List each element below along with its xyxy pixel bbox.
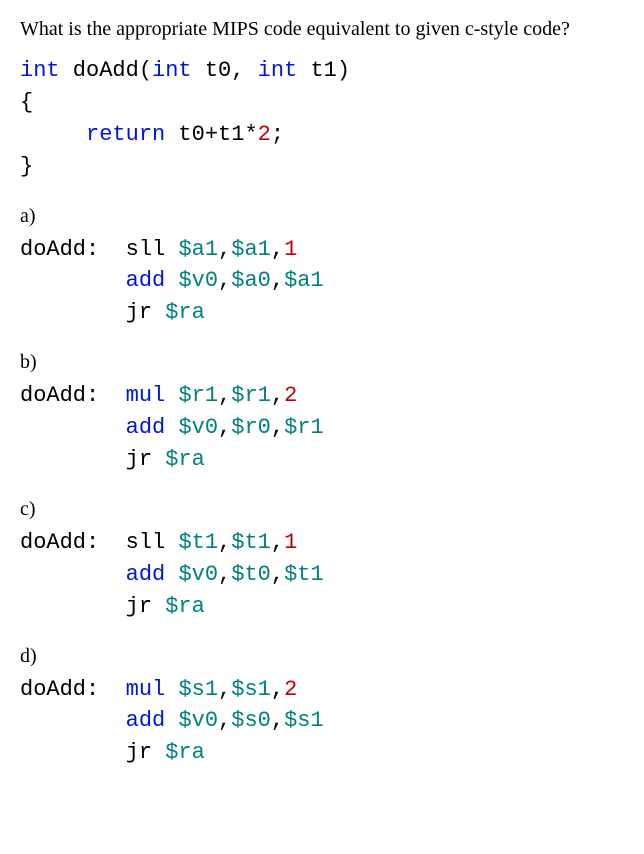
op-add: add [126, 415, 179, 440]
param2: t1) [297, 58, 350, 83]
comma: , [271, 268, 284, 293]
op-sll: sll [126, 237, 179, 262]
num: 2 [284, 677, 297, 702]
fn-name: doAdd( [60, 58, 152, 83]
comma: , [218, 237, 231, 262]
reg: $a1 [284, 268, 324, 293]
comma: , [218, 530, 231, 555]
reg: $s0 [231, 708, 271, 733]
comma: , [271, 237, 284, 262]
op-sll: sll [126, 530, 179, 555]
lbrace: { [20, 90, 33, 115]
comma: , [271, 677, 284, 702]
comma: , [271, 530, 284, 555]
reg: $t1 [284, 562, 324, 587]
reg: $r0 [231, 415, 271, 440]
doadd-label: doAdd: [20, 530, 99, 555]
op-jr: jr [126, 740, 166, 765]
option-c-code: doAdd: sll $t1,$t1,1 add $v0,$t0,$t1 jr … [20, 527, 624, 623]
reg: $v0 [178, 268, 218, 293]
option-d-label: d) [20, 645, 624, 668]
reg: $r1 [231, 383, 271, 408]
kw-int: int [152, 58, 192, 83]
op-jr: jr [126, 594, 166, 619]
reg: $a0 [231, 268, 271, 293]
reg: $s1 [178, 677, 218, 702]
op-add: add [126, 268, 179, 293]
num: 1 [284, 237, 297, 262]
option-b-label: b) [20, 351, 624, 374]
num-literal: 2 [258, 122, 271, 147]
comma: , [218, 383, 231, 408]
reg: $t0 [231, 562, 271, 587]
semi: ; [271, 122, 284, 147]
op-jr: jr [126, 447, 166, 472]
reg: $v0 [178, 562, 218, 587]
reg: $s1 [284, 708, 324, 733]
op-jr: jr [126, 300, 166, 325]
op-mul: mul [126, 383, 179, 408]
reg: $ra [165, 740, 205, 765]
option-a-code: doAdd: sll $a1,$a1,1 add $v0,$a0,$a1 jr … [20, 234, 624, 330]
comma: , [271, 415, 284, 440]
reg: $v0 [178, 708, 218, 733]
comma: , [218, 677, 231, 702]
reg: $s1 [231, 677, 271, 702]
option-c-label: c) [20, 498, 624, 521]
doadd-label: doAdd: [20, 237, 99, 262]
c-code-block: int doAdd(int t0, int t1) { return t0+t1… [20, 55, 624, 183]
reg: $ra [165, 300, 205, 325]
reg: $ra [165, 447, 205, 472]
op-mul: mul [126, 677, 179, 702]
comma: , [218, 268, 231, 293]
reg: $r1 [178, 383, 218, 408]
reg: $r1 [284, 415, 324, 440]
ret-expr: t0+t1* [165, 122, 257, 147]
comma: , [218, 708, 231, 733]
option-b-code: doAdd: mul $r1,$r1,2 add $v0,$r0,$r1 jr … [20, 380, 624, 476]
comma: , [271, 708, 284, 733]
comma: , [218, 562, 231, 587]
num: 1 [284, 530, 297, 555]
option-a-label: a) [20, 205, 624, 228]
doadd-label: doAdd: [20, 677, 99, 702]
reg: $t1 [231, 530, 271, 555]
comma: , [271, 383, 284, 408]
num: 2 [284, 383, 297, 408]
rbrace: } [20, 154, 33, 179]
question-text: What is the appropriate MIPS code equiva… [20, 18, 624, 41]
doadd-label: doAdd: [20, 383, 99, 408]
comma: , [218, 415, 231, 440]
op-add: add [126, 562, 179, 587]
kw-return: return [86, 122, 165, 147]
reg: $v0 [178, 415, 218, 440]
reg: $ra [165, 594, 205, 619]
reg: $a1 [231, 237, 271, 262]
comma: , [271, 562, 284, 587]
reg: $t1 [178, 530, 218, 555]
option-d-code: doAdd: mul $s1,$s1,2 add $v0,$s0,$s1 jr … [20, 674, 624, 770]
reg: $a1 [178, 237, 218, 262]
op-add: add [126, 708, 179, 733]
param1: t0, [192, 58, 258, 83]
kw-int: int [20, 58, 60, 83]
kw-int: int [258, 58, 298, 83]
